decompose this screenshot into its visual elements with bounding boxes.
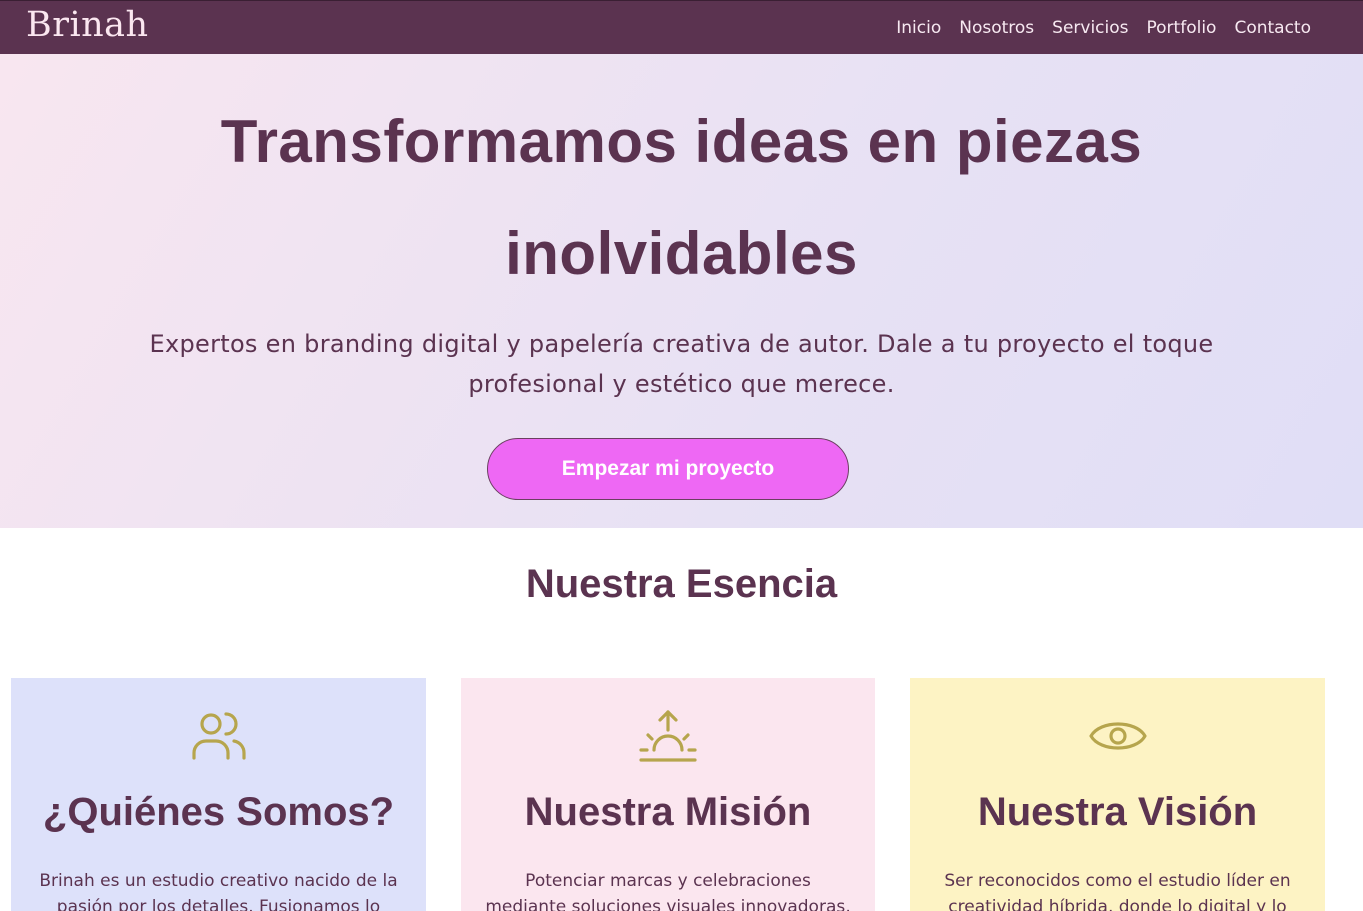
card-text: Potenciar marcas y celebraciones mediant… — [485, 871, 851, 911]
nav-link-portfolio[interactable]: Portfolio — [1147, 18, 1217, 38]
brand-logo[interactable]: Brinah — [26, 5, 149, 45]
navbar: Brinah Inicio Nosotros Servicios Portfol… — [0, 0, 1363, 54]
card-text: Ser reconocidos como el estudio líder en… — [944, 871, 1291, 911]
nav-links: Inicio Nosotros Servicios Portfolio Cont… — [896, 18, 1311, 38]
section-title-esencia: Nuestra Esencia — [525, 562, 838, 606]
card-quienes-somos: ¿Quiénes Somos? Brinah es un estudio cre… — [11, 678, 426, 911]
start-project-button[interactable]: Empezar mi proyecto — [487, 438, 849, 500]
sunrise-icon — [639, 710, 697, 762]
card-text: Brinah es un estudio creativo nacido de … — [39, 871, 398, 911]
eye-icon — [1088, 722, 1147, 750]
nav-link-servicios[interactable]: Servicios — [1052, 18, 1128, 38]
nav-link-contacto[interactable]: Contacto — [1234, 18, 1311, 38]
card-title: ¿Quiénes Somos? — [42, 790, 395, 834]
card-title: Nuestra Visión — [977, 790, 1258, 834]
nav-link-inicio[interactable]: Inicio — [896, 18, 941, 38]
hero-title: Transformamos ideas en piezas inolvidabl… — [220, 108, 1143, 287]
card-title: Nuestra Misión — [524, 790, 812, 834]
hero-subtitle: Expertos en branding digital y papelería… — [149, 330, 1214, 398]
nav-link-nosotros[interactable]: Nosotros — [959, 18, 1034, 38]
card-nuestra-vision: Nuestra Visión Ser reconocidos como el e… — [910, 678, 1325, 911]
card-nuestra-mision: Nuestra Misión Potenciar marcas y celebr… — [461, 678, 875, 911]
users-icon — [191, 712, 246, 760]
hero-section: Transformamos ideas en piezas inolvidabl… — [0, 54, 1363, 528]
